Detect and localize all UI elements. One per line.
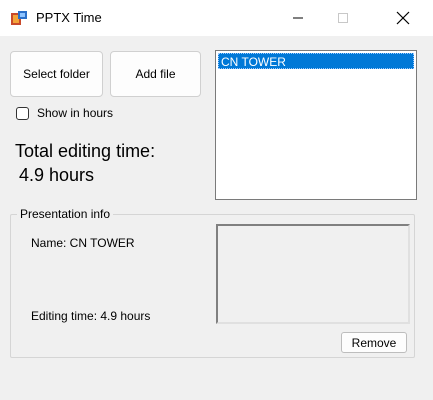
checkbox-box[interactable] xyxy=(16,106,29,120)
title-bar: PPTX Time xyxy=(0,0,433,36)
show-in-hours-label: Show in hours xyxy=(37,106,114,120)
select-folder-button[interactable]: Select folder xyxy=(10,51,103,97)
maximize-icon xyxy=(338,13,348,23)
presentation-editing-time-text: Editing time: 4.9 hours xyxy=(31,309,151,323)
show-in-hours-checkbox[interactable]: Show in hours xyxy=(16,106,113,120)
minimize-button[interactable] xyxy=(275,0,321,36)
remove-button[interactable]: Remove xyxy=(341,332,407,353)
preview-image-box xyxy=(216,224,410,324)
window-title: PPTX Time xyxy=(36,10,102,25)
maximize-button[interactable] xyxy=(320,0,366,36)
total-editing-time-value: 4.9 hours xyxy=(19,165,95,185)
file-listbox[interactable]: CN TOWER xyxy=(215,50,417,200)
app-icon xyxy=(11,11,27,25)
close-icon xyxy=(396,11,410,25)
minimize-icon xyxy=(293,17,303,19)
list-item[interactable]: CN TOWER xyxy=(218,53,414,69)
presentation-name-text: Name: CN TOWER xyxy=(31,236,135,250)
presentation-info-legend: Presentation info xyxy=(17,207,114,221)
close-button[interactable] xyxy=(380,0,426,36)
total-editing-time-label: Total editing time: xyxy=(15,141,156,161)
add-file-button[interactable]: Add file xyxy=(110,51,201,97)
